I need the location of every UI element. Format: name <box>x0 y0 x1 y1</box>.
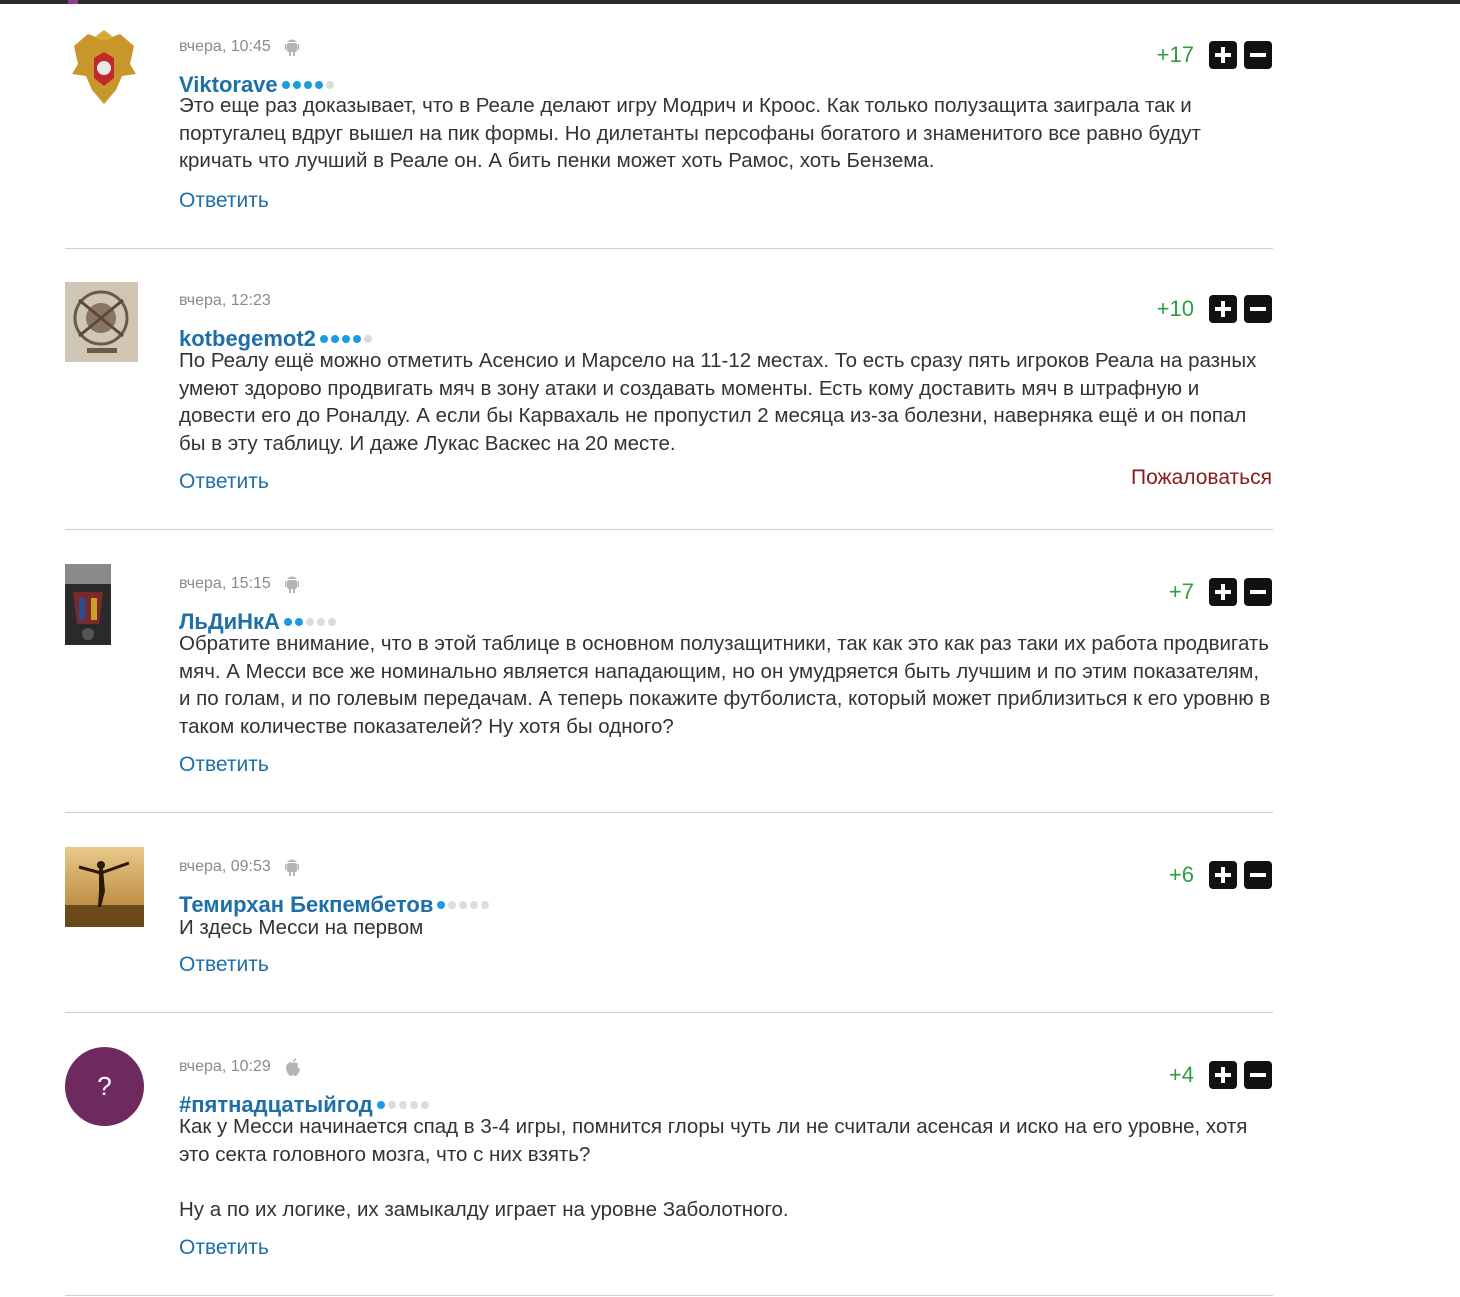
rating-dot <box>292 81 301 89</box>
rating-dot <box>398 1101 407 1109</box>
comment-meta: вчера, 09:53 <box>179 858 301 876</box>
reply-link[interactable]: Ответить <box>179 953 269 977</box>
rating-dot <box>470 901 479 909</box>
comment-time: вчера, 09:53 <box>179 858 271 875</box>
comment-divider <box>65 1012 1273 1013</box>
upvote-button[interactable] <box>1209 41 1237 69</box>
android-icon <box>284 38 301 56</box>
comment-meta: вчера, 12:23 <box>179 292 271 310</box>
comment-text: Как у Месси начинается спад в 3-4 игры, … <box>179 1113 1274 1223</box>
comment-paragraph: И здесь Месси на первом <box>179 916 424 939</box>
vote-controls: +4 <box>1169 1061 1272 1089</box>
rating-dot <box>448 901 457 909</box>
rating-dot <box>481 901 490 909</box>
upvote-button[interactable] <box>1209 578 1237 606</box>
emblem-avatar <box>65 282 138 362</box>
comment-time: вчера, 15:15 <box>179 575 271 592</box>
comment-time: вчера, 10:29 <box>179 1058 271 1075</box>
comment-meta: вчера, 10:45 <box>179 38 301 56</box>
rating-dot <box>316 618 325 626</box>
user-rating-dots <box>376 1101 429 1109</box>
rating-dot <box>352 335 361 343</box>
comment-paragraph: Это еще раз доказывает, что в Реале дела… <box>179 94 1201 172</box>
rating-dot <box>319 335 328 343</box>
rating-dot <box>330 335 339 343</box>
user-rating-dots <box>283 618 336 626</box>
rating-dot <box>294 618 303 626</box>
coat-of-arms-avatar <box>72 30 136 104</box>
avatar[interactable] <box>68 30 140 108</box>
reply-link[interactable]: Ответить <box>179 1236 269 1260</box>
rating-dot <box>281 81 290 89</box>
comment-score: +7 <box>1168 579 1194 604</box>
photo-avatar <box>65 847 144 927</box>
comment-meta: вчера, 10:29 <box>179 1058 301 1076</box>
comment-score: +17 <box>1156 42 1194 67</box>
rating-dot <box>459 901 468 909</box>
comment-paragraph: Обратите внимание, что в этой таблице в … <box>179 632 1271 738</box>
comment-score: +10 <box>1156 296 1194 321</box>
comment-text: Это еще раз доказывает, что в Реале дела… <box>179 92 1274 175</box>
rating-dot <box>363 335 372 343</box>
apple-icon <box>285 1058 301 1076</box>
comment-divider <box>65 529 1273 530</box>
upvote-button[interactable] <box>1209 1061 1237 1089</box>
avatar[interactable] <box>65 847 144 927</box>
rating-dot <box>314 81 323 89</box>
android-icon <box>284 575 301 593</box>
reply-link[interactable]: Ответить <box>179 470 269 494</box>
rating-dot <box>409 1101 418 1109</box>
top-bar-accent <box>68 0 78 4</box>
avatar[interactable] <box>65 564 111 645</box>
rating-dot <box>376 1101 385 1109</box>
comment-text: И здесь Месси на первом <box>179 914 1274 942</box>
comment-score: +4 <box>1168 1062 1194 1087</box>
comment-time: вчера, 12:23 <box>179 292 271 309</box>
reply-link[interactable]: Ответить <box>179 189 269 213</box>
downvote-button[interactable] <box>1244 1061 1272 1089</box>
user-rating-dots <box>319 335 372 343</box>
vote-controls: +6 <box>1169 861 1272 889</box>
user-rating-dots <box>281 81 334 89</box>
vote-controls: +17 <box>1157 41 1272 69</box>
rating-dot <box>305 618 314 626</box>
avatar[interactable] <box>65 282 138 362</box>
downvote-button[interactable] <box>1244 41 1272 69</box>
complain-link[interactable]: Пожаловаться <box>1131 466 1272 490</box>
downvote-button[interactable] <box>1244 861 1272 889</box>
comment-paragraph: Ну а по их логике, их замыкалду играет н… <box>179 1197 789 1221</box>
comment-meta: вчера, 15:15 <box>179 575 301 593</box>
rating-dot <box>437 901 446 909</box>
comment-divider <box>65 248 1273 249</box>
rating-dot <box>341 335 350 343</box>
user-rating-dots <box>437 901 490 909</box>
rating-dot <box>303 81 312 89</box>
android-icon <box>284 858 301 876</box>
comment-divider <box>65 1295 1273 1296</box>
comment-time: вчера, 10:45 <box>179 38 271 55</box>
avatar-placeholder-letter: ? <box>97 1071 112 1101</box>
comment-text: Обратите внимание, что в этой таблице в … <box>179 630 1274 740</box>
vote-controls: +7 <box>1169 578 1272 606</box>
photo-avatar <box>65 564 111 645</box>
upvote-button[interactable] <box>1209 861 1237 889</box>
downvote-button[interactable] <box>1244 578 1272 606</box>
comment-text: По Реалу ещё можно отметить Асенсио и Ма… <box>179 347 1274 457</box>
vote-controls: +10 <box>1157 295 1272 323</box>
downvote-button[interactable] <box>1244 295 1272 323</box>
reply-link[interactable]: Ответить <box>179 753 269 777</box>
upvote-button[interactable] <box>1209 295 1237 323</box>
avatar[interactable]: ? <box>65 1047 144 1126</box>
comment-paragraph: По Реалу ещё можно отметить Асенсио и Ма… <box>179 349 1257 455</box>
rating-dot <box>387 1101 396 1109</box>
comment-divider <box>65 812 1273 813</box>
comment-paragraph: Как у Месси начинается спад в 3-4 игры, … <box>179 1115 1248 1166</box>
rating-dot <box>283 618 292 626</box>
rating-dot <box>420 1101 429 1109</box>
top-bar <box>0 0 1460 4</box>
comment-score: +6 <box>1168 862 1194 887</box>
rating-dot <box>325 81 334 89</box>
rating-dot <box>327 618 336 626</box>
